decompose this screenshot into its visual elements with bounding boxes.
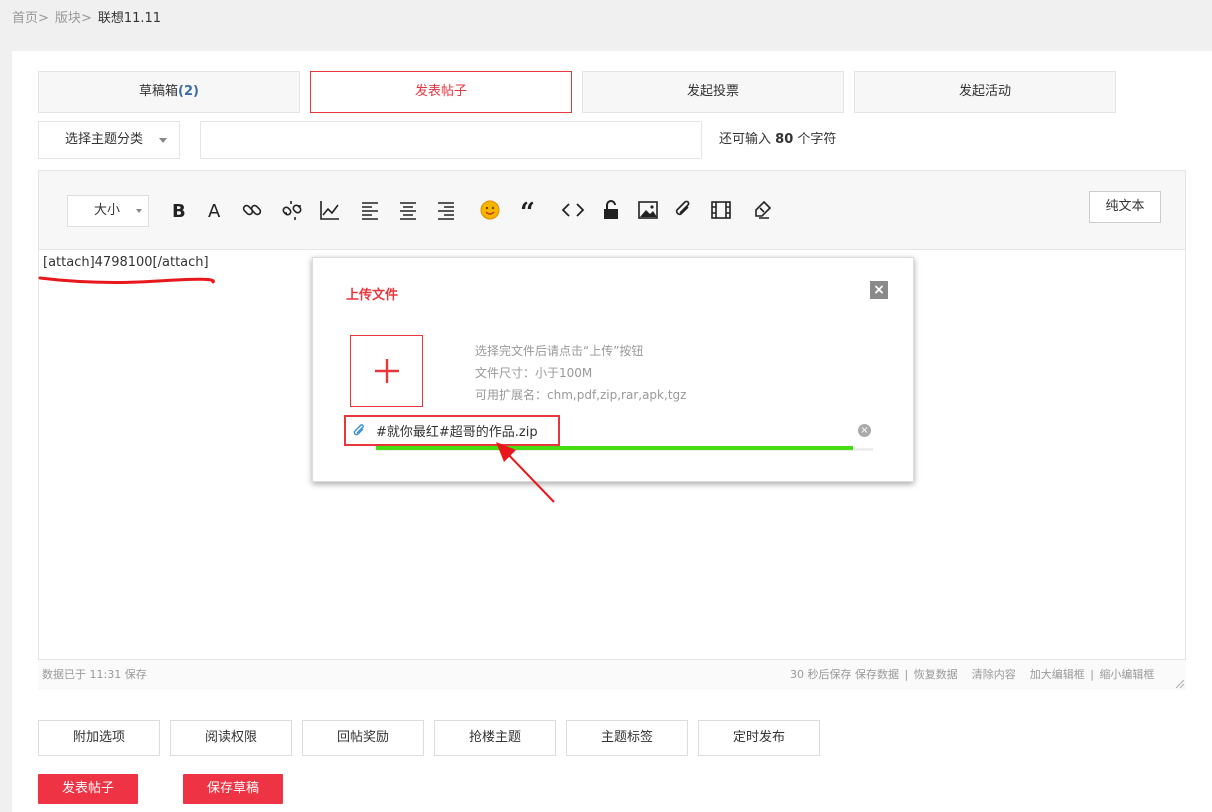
read-permission-button[interactable]: 阅读权限 — [170, 720, 292, 756]
emoji-icon[interactable] — [478, 198, 502, 222]
plain-text-button[interactable]: 纯文本 — [1089, 191, 1161, 223]
font-color-icon[interactable]: A — [203, 198, 227, 222]
breadcrumb-home[interactable]: 首页 — [12, 8, 38, 30]
tab-drafts[interactable]: 草稿箱(2) — [38, 71, 300, 113]
attachment-icon[interactable] — [671, 198, 695, 222]
clear-format-icon[interactable] — [750, 198, 774, 222]
clear-content-link[interactable]: 清除内容 — [972, 668, 1016, 681]
topic-tags-button[interactable]: 主题标签 — [566, 720, 688, 756]
enlarge-editor-link[interactable]: 加大编辑框 — [1030, 668, 1085, 681]
font-size-select[interactable]: 大小 — [67, 195, 149, 227]
tab-drafts-label: 草稿箱 — [139, 84, 179, 99]
link-icon[interactable] — [240, 198, 264, 222]
upload-dialog-title: 上传文件 — [346, 288, 399, 303]
align-center-icon[interactable] — [396, 198, 420, 222]
code-icon[interactable] — [561, 198, 585, 222]
upload-progress-bar — [376, 446, 853, 450]
title-input[interactable] — [200, 121, 702, 159]
floor-grab-button[interactable]: 抢楼主题 — [434, 720, 556, 756]
category-select[interactable]: 选择主题分类 — [38, 121, 180, 159]
autosave-countdown: 30 秒后保存 — [790, 668, 852, 681]
save-draft-button[interactable]: 保存草稿 — [183, 774, 283, 804]
bold-icon[interactable]: B — [166, 198, 190, 222]
breadcrumb-section[interactable]: 版块 — [55, 8, 81, 30]
chevron-down-icon — [159, 138, 167, 143]
tab-new-event[interactable]: 发起活动 — [854, 71, 1116, 113]
category-select-label: 选择主题分类 — [65, 132, 144, 147]
draft-count: (2) — [178, 84, 199, 99]
paperclip-icon — [353, 424, 364, 436]
quote-icon[interactable]: “ — [518, 198, 542, 222]
restore-data-link[interactable]: 恢复数据 — [914, 668, 958, 681]
upload-hint: 选择完文件后请点击“上传”按钮 — [475, 344, 644, 358]
reply-reward-button[interactable]: 回帖奖励 — [302, 720, 424, 756]
status-actions: 30 秒后保存 保存数据 | 恢复数据 清除内容 加大编辑框 | 缩小编辑框 — [790, 666, 1154, 682]
scheduled-publish-button[interactable]: 定时发布 — [698, 720, 820, 756]
align-left-icon[interactable] — [358, 198, 382, 222]
align-right-icon[interactable] — [434, 198, 458, 222]
lock-icon[interactable] — [599, 198, 623, 222]
tab-new-poll-label: 发起投票 — [686, 84, 739, 99]
svg-text:B: B — [172, 201, 186, 220]
resize-handle-icon[interactable] — [1174, 678, 1185, 689]
char-remaining-count: 80 — [775, 132, 794, 147]
chevron-down-icon — [136, 209, 142, 213]
font-size-label: 大小 — [94, 203, 121, 218]
tab-new-poll[interactable]: 发起投票 — [582, 71, 844, 113]
add-file-button[interactable] — [350, 335, 423, 407]
svg-text:“: “ — [520, 199, 535, 221]
file-size-hint: 文件尺寸：小于100M — [475, 366, 593, 380]
tab-new-post[interactable]: 发表帖子 — [310, 71, 572, 113]
plus-icon — [374, 359, 399, 383]
divider: | — [904, 668, 909, 681]
breadcrumb-separator: > — [38, 11, 49, 26]
svg-text:A: A — [208, 201, 221, 220]
image-icon[interactable] — [636, 198, 660, 222]
tab-new-post-label: 发表帖子 — [414, 84, 467, 99]
char-remaining-prefix: 还可输入 — [719, 132, 772, 147]
annotation-arrow — [496, 442, 555, 503]
unlink-icon[interactable] — [280, 198, 304, 222]
editor-content[interactable]: [attach]4798100[/attach] — [43, 255, 209, 270]
uploaded-file-name: #就你最红#超哥的作品.zip — [376, 425, 538, 440]
breadcrumb-separator: > — [80, 11, 92, 26]
extensions-hint: 可用扩展名：chm,pdf,zip,rar,apk,tgz — [475, 388, 687, 402]
chart-icon[interactable] — [318, 198, 342, 222]
publish-post-button[interactable]: 发表帖子 — [38, 774, 138, 804]
annotation-underline — [38, 276, 215, 284]
shrink-editor-link[interactable]: 缩小编辑框 — [1099, 668, 1154, 681]
extra-options-button[interactable]: 附加选项 — [38, 720, 160, 756]
remove-file-icon[interactable]: × — [858, 424, 871, 437]
breadcrumb: 首页 > 版块 > 联想11.11 — [12, 8, 161, 30]
char-remaining: 还可输入 80 个字符 — [719, 121, 836, 159]
save-status: 数据已于 11:31 保存 — [42, 668, 147, 681]
divider: | — [1090, 668, 1094, 681]
close-icon[interactable]: × — [870, 281, 888, 299]
char-remaining-suffix: 个字符 — [797, 132, 837, 147]
video-icon[interactable] — [709, 198, 733, 222]
save-data-link[interactable]: 保存数据 — [855, 668, 899, 681]
breadcrumb-current: 联想11.11 — [97, 11, 162, 26]
tab-new-event-label: 发起活动 — [958, 84, 1011, 99]
